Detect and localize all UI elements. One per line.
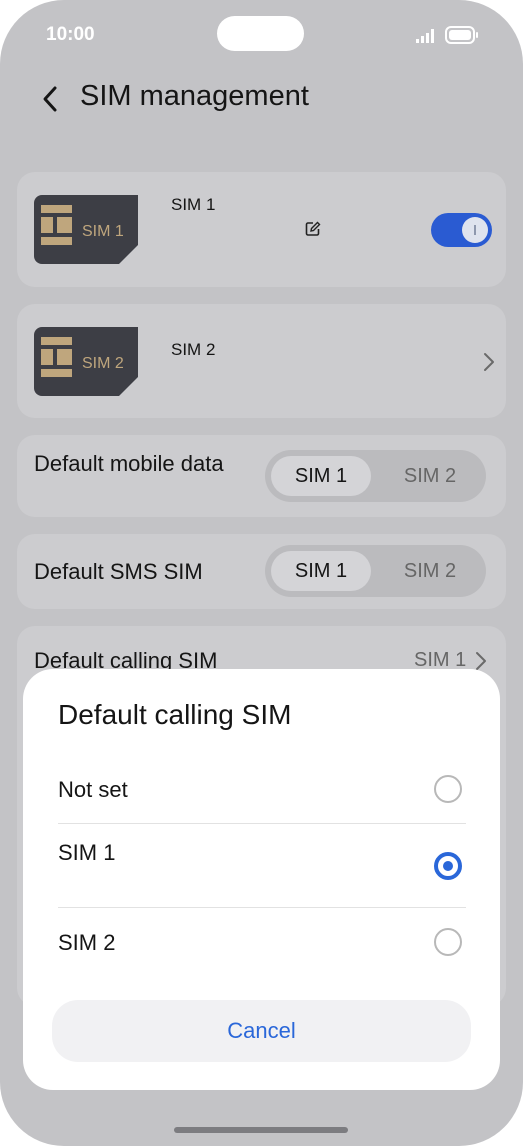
back-arrow-icon[interactable]: [38, 82, 64, 116]
phone-screen: 10:00 SIM management SIM 1 SIM 1 SIM 2 S…: [0, 0, 523, 1146]
sim-1-toggle[interactable]: [431, 213, 492, 247]
radio-sim-2[interactable]: [434, 928, 462, 956]
page-title: SIM management: [80, 80, 309, 112]
toggle-knob: [462, 217, 488, 243]
sim-chip-label: SIM 1: [82, 223, 124, 240]
home-indicator[interactable]: [174, 1127, 348, 1133]
mobile-data-option-sim-2[interactable]: SIM 2: [380, 456, 480, 496]
camera-notch: [217, 16, 304, 51]
status-time: 10:00: [46, 24, 95, 45]
sim-2-name: SIM 2: [171, 340, 216, 359]
edit-icon[interactable]: [305, 221, 321, 237]
radio-sim-1[interactable]: [434, 852, 462, 880]
sms-option-sim-2[interactable]: SIM 2: [380, 551, 480, 591]
mobile-data-option-sim-1[interactable]: SIM 1: [271, 456, 371, 496]
divider: [58, 907, 466, 908]
signal-icon: [416, 29, 434, 43]
battery-icon: [445, 26, 478, 44]
sim-chip-label: SIM 2: [82, 355, 124, 372]
sms-segmented-control: SIM 1 SIM 2: [265, 545, 486, 597]
option-not-set-label[interactable]: Not set: [58, 777, 128, 803]
sim-1-name: SIM 1: [171, 195, 216, 214]
default-calling-sim-dialog: Default calling SIM Not set SIM 1 SIM 2 …: [23, 669, 500, 1090]
default-sms-label: Default SMS SIM: [34, 559, 203, 584]
option-sim-2-label[interactable]: SIM 2: [58, 930, 115, 956]
default-mobile-data-label: Default mobile data: [34, 451, 224, 476]
option-sim-1-label[interactable]: SIM 1: [58, 840, 115, 866]
radio-not-set[interactable]: [434, 775, 462, 803]
sim-card-1-icon: SIM 1: [34, 195, 138, 264]
divider: [58, 823, 466, 824]
cancel-button[interactable]: Cancel: [52, 1000, 471, 1062]
mobile-data-segmented-control: SIM 1 SIM 2: [265, 450, 486, 502]
sms-option-sim-1[interactable]: SIM 1: [271, 551, 371, 591]
dialog-title: Default calling SIM: [58, 699, 292, 730]
sim-card-2-icon: SIM 2: [34, 327, 138, 396]
chevron-right-icon: [484, 353, 494, 371]
